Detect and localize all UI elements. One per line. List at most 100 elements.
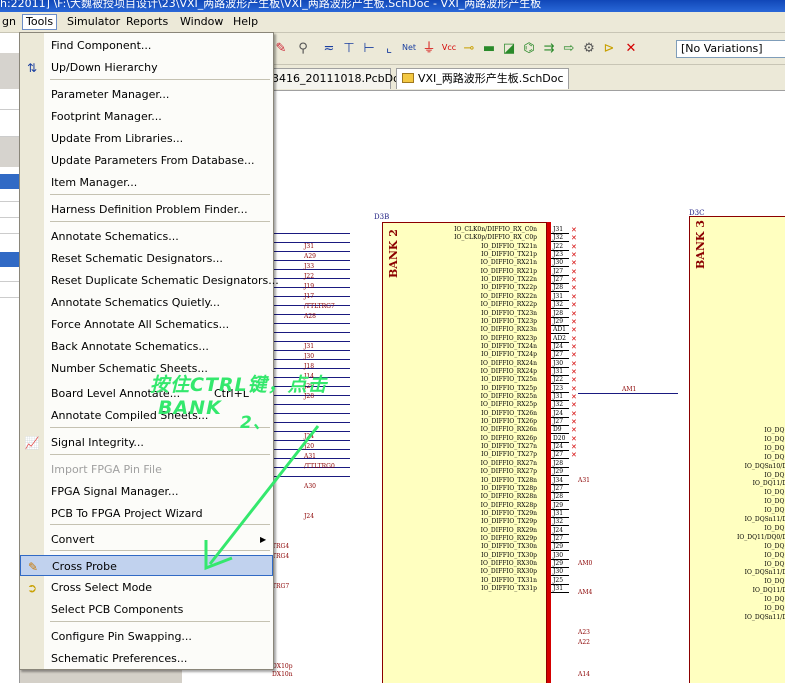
menu-item-label: Select PCB Components (51, 603, 184, 616)
sheet-entry-icon[interactable]: ◪ (500, 39, 518, 57)
panel-selected-row[interactable] (0, 174, 20, 189)
menu-item-fpga-signal-manager[interactable]: FPGA Signal Manager... (20, 481, 273, 502)
annotation-instruction: 按住CTRL键，点击 (150, 374, 328, 396)
pin-number: J25 (553, 576, 564, 584)
menu-item-annotate-compiled-sheets[interactable]: Annotate Compiled Sheets... (20, 405, 273, 426)
menu-item-parameter-manager[interactable]: Parameter Manager... (20, 84, 273, 105)
pin-number: J23 (553, 251, 564, 259)
no-connect-mark: ✕ (571, 418, 577, 427)
net-label: DX10p (272, 663, 293, 670)
menu-tools[interactable]: Tools (22, 14, 58, 30)
menu-reports[interactable]: Reports (122, 15, 172, 29)
pin-label: IO_CLK0p/DIFFIO_RX_C0p (454, 234, 537, 242)
pin-label: IO_DIFFIO_TX26n (481, 409, 537, 417)
menu-item-footprint-manager[interactable]: Footprint Manager... (20, 106, 273, 127)
pin-label: IO_DIFFIO_TX31p (481, 585, 537, 593)
no-connect-mark: ✕ (571, 242, 577, 251)
bus-icon[interactable]: ⊤ (340, 39, 358, 57)
pin-label: IO_DIFFIO_TX21p (481, 251, 537, 259)
menu-item-harness-definition-problem-finder[interactable]: Harness Definition Problem Finder... (20, 199, 273, 220)
harness-icon[interactable]: ⌬ (520, 39, 538, 57)
pin-stub (551, 592, 569, 594)
menu-separator (50, 524, 270, 525)
device-sheet-icon[interactable]: ⇉ (540, 39, 558, 57)
net-label-icon[interactable]: ⌞ (380, 39, 398, 57)
pin-number: J32 (553, 301, 564, 309)
no-connect-mark: ✕ (571, 326, 577, 335)
menu-item-schematic-preferences[interactable]: Schematic Preferences... (20, 648, 273, 669)
menu-design[interactable]: gn (0, 15, 20, 29)
part-icon[interactable]: ⊸ (460, 39, 478, 57)
menu-item-reset-schematic-designators[interactable]: Reset Schematic Designators... (20, 248, 273, 269)
menu-item-select-pcb-components[interactable]: Select PCB Components (20, 599, 273, 620)
pin-label: IO_DQ11 (764, 498, 785, 506)
menu-item-cross-probe[interactable]: ✎ Cross Probe (20, 555, 273, 576)
pin-label: IO_DIFFIO_RX30p (480, 568, 537, 576)
net-label-text-icon[interactable]: Net (400, 39, 418, 57)
menu-item-label: Configure Pin Swapping... (51, 630, 192, 643)
pin-number: J32 (553, 234, 564, 242)
pin-number: D9 (553, 426, 562, 434)
no-connect-mark: ✕ (571, 309, 577, 318)
parameter-icon[interactable]: ⚙ (580, 39, 598, 57)
menu-item-signal-integrity[interactable]: 📈 Signal Integrity... (20, 432, 273, 453)
menu-item-label: Convert (51, 533, 95, 546)
menu-item-configure-pin-swapping[interactable]: Configure Pin Swapping... (20, 626, 273, 647)
menu-item-force-annotate-all-schematics[interactable]: Force Annotate All Schematics... (20, 314, 273, 335)
menu-item-back-annotate-schematics[interactable]: Back Annotate Schematics... (20, 336, 273, 357)
binoculars-icon[interactable]: ⚲ (294, 39, 312, 57)
tab-pcbdoc[interactable]: 3416_20111018.PcbDoc (266, 68, 406, 89)
menu-simulator[interactable]: Simulator (63, 15, 124, 29)
net-label: J19 (304, 283, 315, 290)
menu-item-item-manager[interactable]: Item Manager... (20, 172, 273, 193)
menu-item-label: Schematic Preferences... (51, 652, 188, 665)
ground-icon[interactable]: ⏚ (420, 39, 438, 57)
pin-number: J34 (553, 476, 564, 484)
pin-label: IO_DIFFIO_TX29p (481, 518, 537, 526)
menu-item-import-fpga-pin-file[interactable]: Import FPGA Pin File (20, 459, 273, 480)
pin-number: J30 (553, 359, 564, 367)
bus-entry-icon[interactable]: ⊢ (360, 39, 378, 57)
no-erc-icon[interactable]: ✕ (622, 39, 640, 57)
port-icon[interactable]: ⇨ (560, 39, 578, 57)
pin-label: IO_DIFFIO_TX26p (481, 418, 537, 426)
divider (0, 201, 20, 202)
no-connect-mark: ✕ (571, 359, 577, 368)
net-wire (270, 251, 350, 252)
menu-item-annotate-schematics-quietly[interactable]: Annotate Schematics Quietly... (20, 292, 273, 313)
menu-item-label: Reset Schematic Designators... (51, 252, 223, 265)
menu-item-update-from-libraries[interactable]: Update From Libraries... (20, 128, 273, 149)
component-designator: D3B (374, 213, 390, 221)
directive-icon[interactable]: ⊳ (600, 39, 618, 57)
pin-number: D20 (553, 434, 566, 442)
menu-separator (50, 621, 270, 622)
menu-item-up-down-hierarchy[interactable]: ⇅ Up/Down Hierarchy (20, 57, 273, 78)
wire-icon[interactable]: ≂ (320, 39, 338, 57)
menu-window[interactable]: Window (176, 15, 227, 29)
menu-item-annotate-schematics[interactable]: Annotate Schematics... (20, 226, 273, 247)
variations-select[interactable]: [No Variations] (676, 40, 785, 58)
pin-label: IO_DQ11/DQ (752, 480, 785, 488)
menu-item-cross-select-mode[interactable]: ➲ Cross Select Mode (20, 577, 273, 598)
no-connect-mark: ✕ (571, 276, 577, 285)
menu-item-convert[interactable]: Convert ▶ (20, 529, 273, 550)
menu-item-label: Item Manager... (51, 176, 138, 189)
pencil-icon[interactable]: ✎ (272, 39, 290, 57)
pin-number: J29 (553, 560, 564, 567)
panel-selected-row[interactable] (0, 252, 20, 267)
tab-schdoc[interactable]: VXI_两路波形产生板.SchDoc (396, 68, 569, 89)
pin-label: IO_DIFFIO_TX28n (481, 476, 537, 484)
menu-item-update-parameters-from-database[interactable]: Update Parameters From Database... (20, 150, 273, 171)
vcc-icon[interactable]: Vcc (440, 39, 458, 57)
menu-item-find-component[interactable]: Find Component... (20, 35, 273, 56)
menu-item-reset-duplicate-schematic-designators[interactable]: Reset Duplicate Schematic Designators... (20, 270, 279, 291)
net-label: J30 (304, 353, 315, 360)
sheet-symbol-icon[interactable]: ▬ (480, 39, 498, 57)
menu-help[interactable]: Help (229, 15, 262, 29)
menu-item-pcb-to-fpga-project-wizard[interactable]: PCB To FPGA Project Wizard (20, 503, 273, 524)
pin-label: IO_DIFFIO_TX30n (481, 543, 537, 551)
pin-label: IO_DQ10 (764, 427, 785, 434)
annotation-bank: BANK (158, 397, 222, 419)
pin-label: IO_DIFFIO_RX25p (480, 401, 537, 409)
menu-item-label: Import FPGA Pin File (51, 463, 162, 476)
